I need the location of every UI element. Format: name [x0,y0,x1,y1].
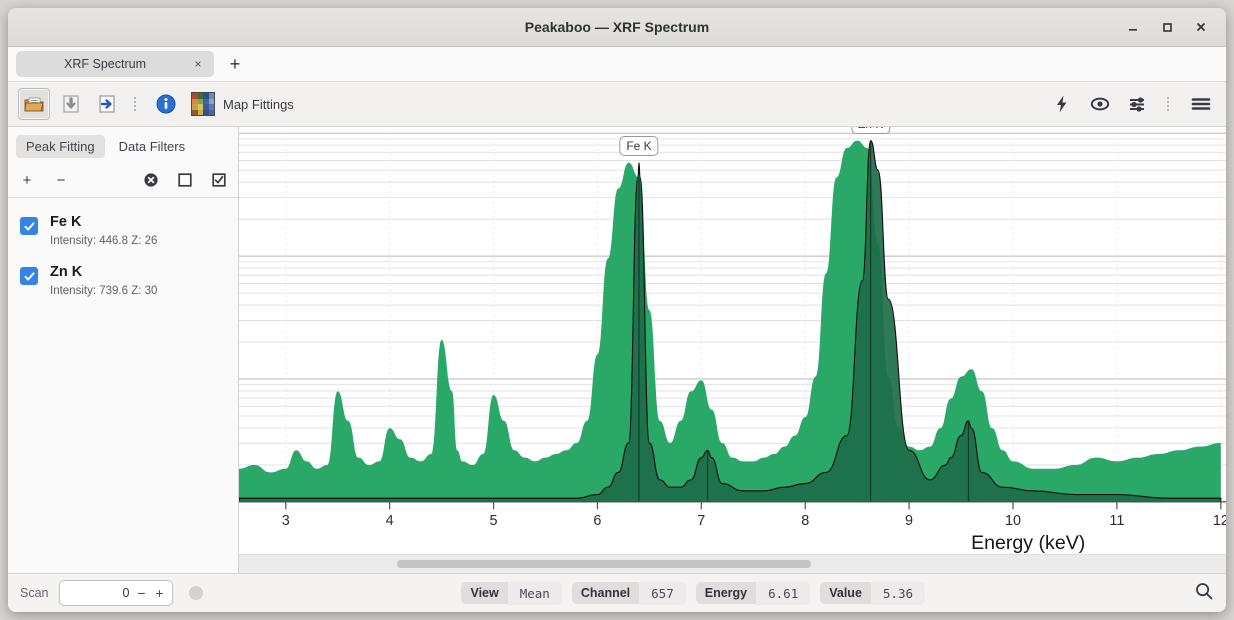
element-details: Intensity: 739.6 Z: 30 [50,285,158,297]
readout-view-value: Mean [507,581,562,605]
tab-label: XRF Spectrum [64,57,146,71]
element-list: Fe K Intensity: 446.8 Z: 26 Zn K Intensi… [8,198,238,306]
element-name: Fe K [50,214,82,230]
spectrum-chart[interactable]: 3 4 5 6 7 8 9 10 11 12 Energy (keV) Fe K Zn K [239,127,1226,554]
eye-icon[interactable] [1085,89,1115,119]
app-window: Peakaboo — XRF Spectrum XRF Spectrum × + [8,8,1226,612]
remove-element-button[interactable]: − [52,171,70,189]
element-checkbox[interactable] [20,217,38,235]
select-all-icon[interactable] [210,171,228,189]
map-fittings-label: Map Fittings [223,96,294,112]
svg-text:8: 8 [801,513,809,529]
scan-stepper[interactable]: 0 − + [58,580,173,606]
tab-data-filters[interactable]: Data Filters [109,135,195,158]
readout-channel: Channel 657 [571,581,686,605]
status-bar: Scan 0 − + View Mean Channel 657 Energy … [8,573,1226,612]
readout-channel-key: Channel [571,582,640,604]
readout-value-key: Value [820,582,871,604]
x-axis-label: Energy (keV) [971,532,1085,554]
sidebar-toolbar: + − [8,163,238,198]
new-tab-button[interactable]: + [222,51,248,77]
select-none-icon[interactable] [176,171,194,189]
title-bar: Peakaboo — XRF Spectrum [8,8,1226,47]
svg-text:11: 11 [1109,513,1124,529]
svg-text:10: 10 [1005,513,1021,529]
tab-peak-fitting[interactable]: Peak Fitting [16,134,105,158]
sidebar: Peak Fitting Data Filters + − Fe K Inten… [8,127,239,573]
tab-close-icon[interactable]: × [190,56,206,72]
window-title: Peakaboo — XRF Spectrum [524,19,710,35]
search-icon[interactable] [1194,581,1214,606]
main-toolbar: Map Fittings [8,82,1226,127]
info-icon[interactable] [151,89,181,119]
sliders-icon[interactable] [1123,89,1153,119]
toolbar-right-group [1047,89,1216,119]
svg-text:3: 3 [282,513,290,529]
readout-view-key: View [461,582,508,604]
peak-label[interactable]: Fe K [619,135,659,156]
element-name: Zn K [50,264,83,280]
window-controls [1118,14,1226,40]
readout-value: Value 5.36 [820,581,926,605]
tab-xrf-spectrum[interactable]: XRF Spectrum × [16,51,214,77]
hamburger-menu-icon[interactable] [1186,89,1216,119]
element-checkbox[interactable] [20,267,38,285]
plot-panel: 3 4 5 6 7 8 9 10 11 12 Energy (keV) Fe K Zn K [239,127,1226,573]
content-area: Peak Fitting Data Filters + − Fe K Inten… [8,127,1226,573]
scan-increment-button[interactable]: + [154,585,166,601]
toolbar-separator-right [1167,97,1172,111]
peak-label[interactable]: Zn K [851,127,891,134]
list-item[interactable]: Fe K Intensity: 446.8 Z: 26 [8,206,238,256]
scan-value[interactable]: 0 [66,586,130,600]
svg-text:6: 6 [593,513,601,529]
scan-decrement-button[interactable]: − [136,585,148,601]
svg-text:5: 5 [490,513,498,529]
lightning-bolt-icon[interactable] [1047,89,1077,119]
readout-energy-key: Energy [695,582,757,604]
readout-energy-value: 6.61 [756,581,811,605]
plot-horizontal-scrollbar[interactable] [239,554,1226,573]
svg-text:12: 12 [1213,513,1226,529]
export-arrow-icon[interactable] [92,89,122,119]
readout-channel-value: 657 [639,581,686,605]
element-details: Intensity: 446.8 Z: 26 [50,235,158,247]
map-thumbnail-icon [191,92,215,116]
svg-text:9: 9 [905,513,913,529]
map-fittings-button[interactable]: Map Fittings [187,90,302,118]
add-element-button[interactable]: + [18,171,36,189]
status-right-group [1184,581,1214,606]
readout-energy: Energy 6.61 [695,581,811,605]
scrollbar-thumb[interactable] [396,560,812,568]
svg-text:7: 7 [697,513,705,529]
toolbar-separator [134,97,139,111]
maximize-icon[interactable] [1152,14,1182,40]
open-folder-icon[interactable] [18,88,50,120]
scan-label: Scan [20,586,49,600]
scan-status-indicator[interactable] [188,586,203,600]
svg-text:4: 4 [386,513,394,529]
download-icon[interactable] [56,89,86,119]
chart-svg: 3 4 5 6 7 8 9 10 11 12 Energy (keV) [239,132,1226,554]
list-item[interactable]: Zn K Intensity: 739.6 Z: 30 [8,256,238,306]
minimize-icon[interactable] [1118,14,1148,40]
readout-value-value: 5.36 [870,581,926,605]
tab-bar: XRF Spectrum × + [8,47,1226,82]
readout-group: View Mean Channel 657 Energy 6.61 Value … [461,581,926,605]
readout-view[interactable]: View Mean [461,581,562,605]
close-icon[interactable] [1186,14,1216,40]
sidebar-tabs: Peak Fitting Data Filters [8,127,238,163]
clear-icon[interactable] [142,171,160,189]
